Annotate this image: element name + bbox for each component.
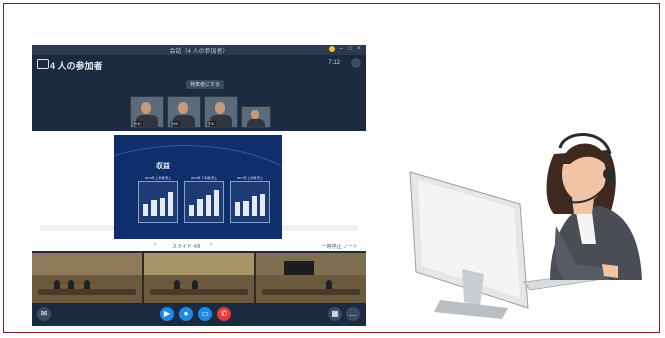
chat-bubble-icon[interactable]: ✉	[37, 307, 51, 321]
mini-chart-bars	[189, 188, 219, 216]
slide-charts: 2016年 上半期 売上 2016年 下半期 売上 2017年 上半期 売上	[138, 176, 270, 223]
room-table	[150, 289, 248, 295]
people-icon[interactable]	[351, 58, 361, 68]
next-slide-icon[interactable]: ›	[210, 242, 212, 248]
person	[68, 280, 74, 289]
mini-chart-bar	[159, 197, 165, 216]
mini-chart-bar	[151, 199, 157, 216]
room-table	[262, 289, 360, 295]
title-bar: 会話（4 人の参加者） – □ ×	[32, 45, 366, 55]
meeting-header: 4 人の参加者 7:12	[32, 55, 366, 73]
mini-chart-bar	[235, 202, 241, 216]
slide-navigation: ‹ スライド 4/8 › 一時停止 ノート	[32, 242, 366, 251]
room-video-strip	[32, 253, 366, 303]
room-wall	[144, 253, 254, 275]
participant-name: Y.M.	[170, 121, 180, 126]
microphone-button[interactable]: ●	[179, 307, 193, 321]
mini-chart-bar	[213, 190, 219, 216]
mini-chart-bar	[197, 198, 203, 216]
slide-mini-chart: 2016年 下半期 売上	[184, 176, 224, 223]
person	[192, 280, 198, 289]
room-video[interactable]	[256, 253, 366, 303]
more-icon[interactable]: …	[346, 307, 360, 321]
participants-count[interactable]: 4 人の参加者	[50, 59, 103, 72]
room-wall	[32, 253, 142, 275]
slide-mini-chart: 2016年 上半期 売上	[138, 176, 178, 223]
call-controls: ✉ ▶ ● ▭ ✆ ▦ …	[32, 303, 366, 326]
participant-thumbnail[interactable]	[241, 106, 271, 128]
slide-options[interactable]: 一時停止 ノート	[322, 243, 358, 250]
outer-frame: 会話（4 人の参加者） – □ × 4 人の参加者 7:12 発表者にする R.…	[3, 3, 660, 333]
slide-pager: スライド 4/8	[172, 244, 201, 250]
make-presenter-button[interactable]: 発表者にする	[186, 80, 225, 89]
status-dot-icon	[329, 46, 335, 52]
mini-chart-bar	[243, 200, 249, 216]
mini-chart-caption: 2017年 上半期 売上	[236, 176, 264, 180]
meeting-app-window: 会話（4 人の参加者） – □ × 4 人の参加者 7:12 発表者にする R.…	[32, 45, 366, 326]
participant-thumbnails: R.K. Y.M. T.S.	[130, 96, 271, 128]
layout-icon[interactable]: ▦	[328, 307, 342, 321]
face	[251, 110, 259, 119]
mini-chart-bar	[189, 205, 195, 216]
mini-chart-bar	[251, 196, 257, 216]
participant-name: T.S.	[207, 121, 216, 126]
mini-chart-bar	[205, 195, 211, 216]
face	[141, 102, 151, 114]
face	[178, 102, 188, 114]
end-call-button[interactable]: ✆	[217, 307, 231, 321]
close-icon[interactable]: ×	[356, 46, 362, 52]
person	[84, 280, 90, 289]
screen-share-button[interactable]: ▭	[198, 307, 212, 321]
window-controls: – □ ×	[329, 46, 362, 52]
participant-thumbnail[interactable]: Y.M.	[167, 96, 201, 128]
mini-chart-bars	[143, 188, 173, 216]
prev-slide-icon[interactable]: ‹	[154, 242, 156, 248]
face	[215, 102, 225, 114]
video-button[interactable]: ▶	[160, 307, 174, 321]
mini-chart-bars	[235, 188, 265, 216]
room-table	[38, 289, 136, 295]
operator-illustration	[409, 133, 642, 319]
mini-chart-bar	[143, 204, 149, 216]
participant-thumbnail[interactable]: R.K.	[130, 96, 164, 128]
person	[54, 280, 60, 289]
participant-name: R.K.	[133, 121, 143, 126]
mini-chart-caption: 2016年 下半期 売上	[190, 176, 218, 180]
shared-content-area: 収益 2016年 上半期 売上 2016年 下半期 売上 2017年 上半期 売上 …	[32, 131, 366, 251]
room-video[interactable]	[32, 253, 142, 303]
participant-thumbnail[interactable]: T.S.	[204, 96, 238, 128]
person	[174, 280, 180, 289]
chat-icon[interactable]	[37, 59, 49, 69]
operator-person	[546, 133, 642, 280]
presentation-slide: 収益 2016年 上半期 売上 2016年 下半期 売上 2017年 上半期 売上	[114, 135, 282, 239]
window-title: 会話（4 人の参加者）	[169, 49, 229, 55]
minimize-icon[interactable]: –	[338, 46, 344, 52]
mini-chart-bar	[259, 193, 265, 216]
room-screen	[284, 261, 314, 275]
person	[326, 280, 332, 289]
maximize-icon[interactable]: □	[347, 46, 353, 52]
slide-title: 収益	[156, 163, 170, 170]
slide-mini-chart: 2017年 上半期 売上	[230, 176, 270, 223]
computer-monitor	[409, 171, 529, 319]
mini-chart-caption: 2016年 上半期 売上	[144, 176, 172, 180]
call-duration: 7:12	[328, 60, 340, 66]
shoulders	[247, 119, 265, 127]
mini-chart-bar	[167, 191, 173, 216]
room-video[interactable]	[144, 253, 254, 303]
